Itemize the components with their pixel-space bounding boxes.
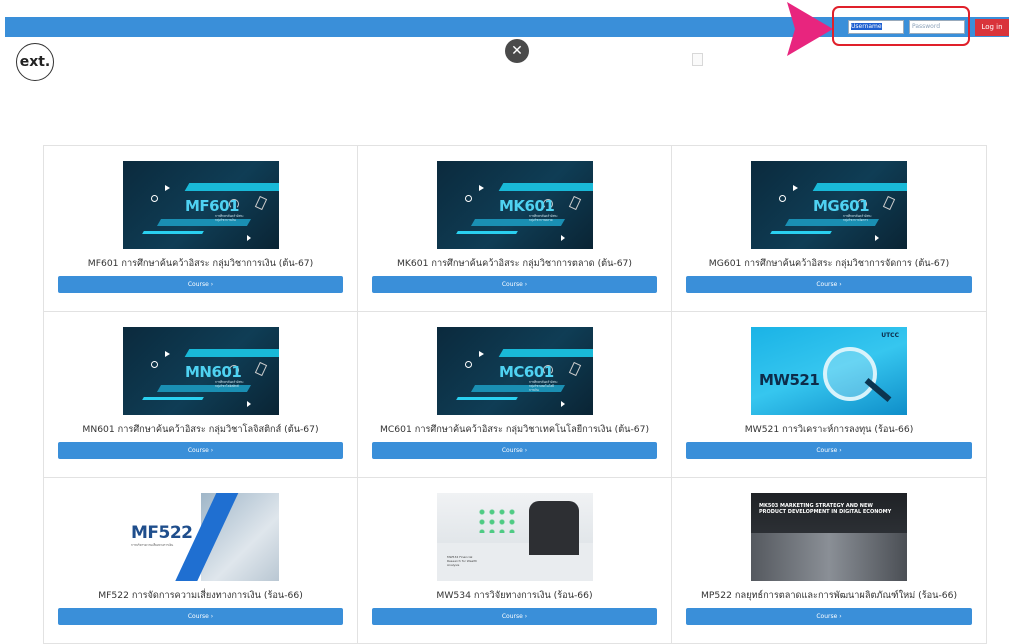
username-placeholder: Username xyxy=(851,23,882,30)
course-title[interactable]: MC601 การศึกษาค้นคว้าอิสระ กลุ่มวิชาเทคโ… xyxy=(358,422,671,437)
site-logo[interactable]: ext. xyxy=(16,43,54,81)
course-title[interactable]: MG601 การศึกษาค้นคว้าอิสระ กลุ่มวิชาการจ… xyxy=(672,256,986,271)
thumbnail-subtitle: การศึกษาค้นคว้าอิสระ กลุ่มวิชาการเงิน xyxy=(215,214,244,222)
device-icon xyxy=(568,195,582,211)
course-thumbnail[interactable]: MW534 Financial Research for Wealth Anal… xyxy=(437,493,593,581)
password-placeholder: Password xyxy=(912,23,941,30)
device-icon xyxy=(568,361,582,377)
circle-icon xyxy=(151,361,158,368)
course-card: MW534 Financial Research for Wealth Anal… xyxy=(358,478,672,644)
course-card: MN601 การศึกษาค้นคว้าอิสระ กลุ่มวิชาโลจิ… xyxy=(44,312,358,478)
thumbnail-code: MF522 xyxy=(131,523,193,543)
play-icon xyxy=(165,185,170,191)
password-input[interactable]: Password xyxy=(909,20,965,34)
course-button[interactable]: Course › xyxy=(686,608,972,625)
course-thumbnail[interactable]: MF601 การศึกษาค้นคว้าอิสระ กลุ่มวิชาการเ… xyxy=(123,161,279,249)
play-icon xyxy=(561,401,565,407)
thumbnail-subtitle: การศึกษาค้นคว้าอิสระ กลุ่มวิชาโลจิสติกส์ xyxy=(215,380,244,388)
course-button[interactable]: Course › xyxy=(686,442,972,459)
thumbnail-subtitle: UTCC xyxy=(881,332,899,339)
thumbnail-subtitle: การศึกษาค้นคว้าอิสระ กลุ่มวิชาเทคโนโลยีก… xyxy=(529,380,558,392)
thumbnail-code: MC601 xyxy=(499,363,554,381)
pointer-arrow-icon xyxy=(787,2,833,56)
username-input[interactable]: Username xyxy=(848,20,904,34)
play-icon xyxy=(247,235,251,241)
play-icon xyxy=(165,351,170,357)
course-thumbnail[interactable]: MG601 การศึกษาค้นคว้าอิสระ กลุ่มวิชาการจ… xyxy=(751,161,907,249)
course-card: UTCC MW521 MW521 การวิเคราะห์การลงทุน (ร… xyxy=(672,312,987,478)
course-button[interactable]: Course › xyxy=(372,442,657,459)
document-icon xyxy=(692,53,703,66)
circle-icon xyxy=(779,195,786,202)
thumbnail-subtitle: MK503 MARKETING STRATEGY AND NEW PRODUCT… xyxy=(759,503,892,515)
course-button[interactable]: Course › xyxy=(58,442,343,459)
circle-icon xyxy=(465,195,472,202)
thumbnail-code: MG601 xyxy=(813,197,870,215)
thumbnail-code: MF601 xyxy=(185,197,239,215)
course-button[interactable]: Course › xyxy=(372,608,657,625)
magnifier-icon xyxy=(823,347,877,401)
thumbnail-code: MK601 xyxy=(499,197,555,215)
course-grid: MF601 การศึกษาค้นคว้าอิสระ กลุ่มวิชาการเ… xyxy=(43,145,987,644)
course-button[interactable]: Course › xyxy=(372,276,657,293)
course-title[interactable]: MF601 การศึกษาค้นคว้าอิสระ กลุ่มวิชาการเ… xyxy=(44,256,357,271)
thumbnail-code: MN601 xyxy=(185,363,242,381)
course-button[interactable]: Course › xyxy=(58,608,343,625)
course-thumbnail[interactable]: MK601 การศึกษาค้นคว้าอิสระ กลุ่มวิชาการต… xyxy=(437,161,593,249)
play-icon xyxy=(479,351,484,357)
thumbnail-code: MW521 xyxy=(759,371,820,389)
course-thumbnail[interactable]: MK503 MARKETING STRATEGY AND NEW PRODUCT… xyxy=(751,493,907,581)
course-button[interactable]: Course › xyxy=(686,276,972,293)
login-button[interactable]: Log in xyxy=(975,19,1009,36)
course-card: MG601 การศึกษาค้นคว้าอิสระ กลุ่มวิชาการจ… xyxy=(672,146,987,312)
play-icon xyxy=(875,235,879,241)
course-thumbnail[interactable]: MC601 การศึกษาค้นคว้าอิสระ กลุ่มวิชาเทคโ… xyxy=(437,327,593,415)
course-thumbnail[interactable]: UTCC MW521 xyxy=(751,327,907,415)
device-icon xyxy=(254,195,268,211)
play-icon xyxy=(479,185,484,191)
course-title[interactable]: MK601 การศึกษาค้นคว้าอิสระ กลุ่มวิชาการต… xyxy=(358,256,671,271)
thumbnail-subtitle: การศึกษาค้นคว้าอิสระ กลุ่มวิชาการตลาด xyxy=(529,214,558,222)
device-icon xyxy=(882,195,896,211)
thumbnail-subtitle: MW534 Financial Research for Wealth Anal… xyxy=(447,555,478,567)
play-icon xyxy=(247,401,251,407)
circle-icon xyxy=(465,361,472,368)
course-card: MK601 การศึกษาค้นคว้าอิสระ กลุ่มวิชาการต… xyxy=(358,146,672,312)
play-icon xyxy=(561,235,565,241)
course-title[interactable]: MN601 การศึกษาค้นคว้าอิสระ กลุ่มวิชาโลจิ… xyxy=(44,422,357,437)
circle-icon xyxy=(151,195,158,202)
thumbnail-subtitle: การศึกษาค้นคว้าอิสระ กลุ่มวิชาการจัดการ xyxy=(843,214,872,222)
course-title[interactable]: MW521 การวิเคราะห์การลงทุน (ร้อน-66) xyxy=(672,422,986,437)
course-card: MK503 MARKETING STRATEGY AND NEW PRODUCT… xyxy=(672,478,987,644)
course-thumbnail[interactable]: MN601 การศึกษาค้นคว้าอิสระ กลุ่มวิชาโลจิ… xyxy=(123,327,279,415)
thumbnail-subtitle: การบริหารความเสี่ยงทางการเงิน xyxy=(131,543,174,547)
play-icon xyxy=(793,185,798,191)
close-icon[interactable]: ✕ xyxy=(505,39,529,63)
device-icon xyxy=(254,361,268,377)
course-thumbnail[interactable]: MF522 การบริหารความเสี่ยงทางการเงิน xyxy=(123,493,279,581)
course-button[interactable]: Course › xyxy=(58,276,343,293)
course-card: MC601 การศึกษาค้นคว้าอิสระ กลุ่มวิชาเทคโ… xyxy=(358,312,672,478)
course-card: MF522 การบริหารความเสี่ยงทางการเงิน MF52… xyxy=(44,478,358,644)
course-card: MF601 การศึกษาค้นคว้าอิสระ กลุ่มวิชาการเ… xyxy=(44,146,358,312)
